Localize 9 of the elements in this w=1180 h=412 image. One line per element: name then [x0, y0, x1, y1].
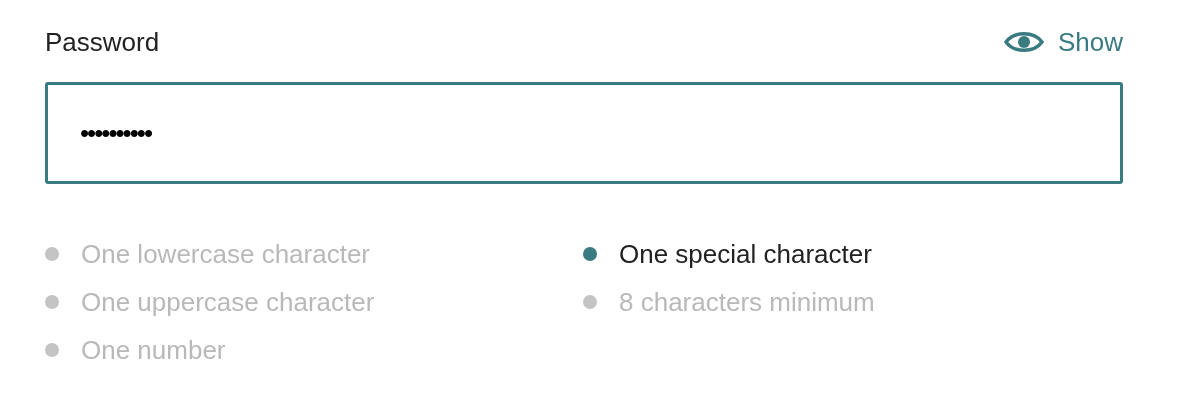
password-field[interactable]: •••••••••• [45, 82, 1123, 184]
requirement-text: One uppercase character [81, 285, 375, 319]
show-button[interactable]: Show [1003, 22, 1123, 62]
field-label: Password [45, 25, 160, 59]
requirement-text: One lowercase character [81, 237, 371, 271]
eye-icon [1003, 29, 1044, 55]
requirement-text: 8 characters minimum [619, 285, 875, 319]
requirement-text: One number [81, 333, 226, 367]
requirement-text: One special character [619, 237, 872, 271]
